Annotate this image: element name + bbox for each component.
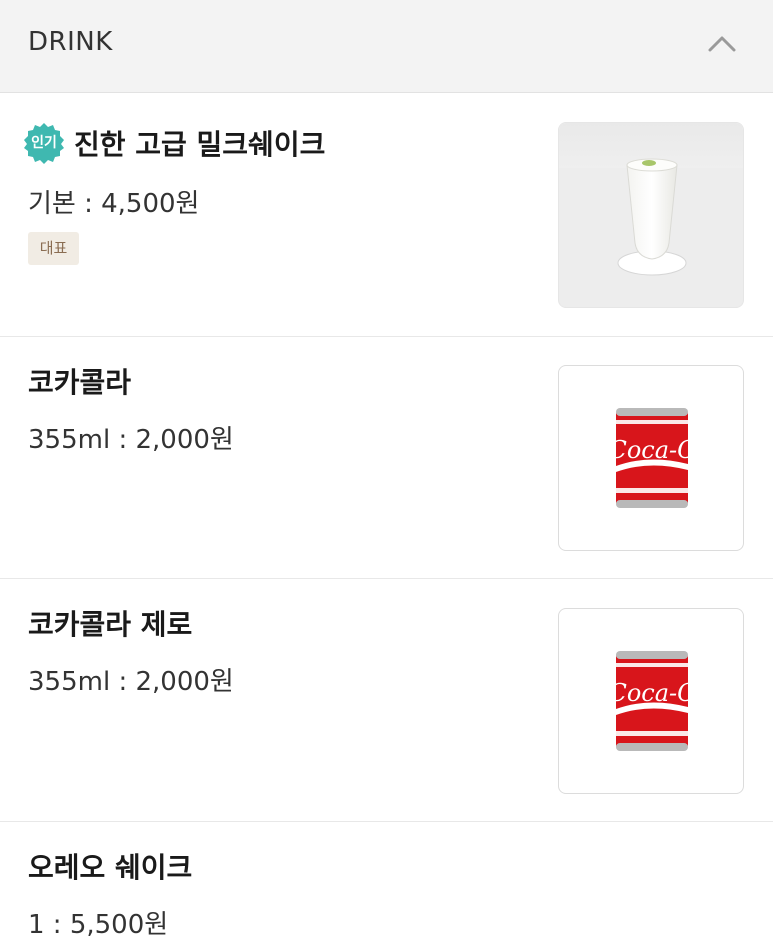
svg-text:Coca-C: Coca-C (608, 679, 695, 707)
item-name-row: 코카콜라 (22, 361, 131, 401)
item-name: 오레오 쉐이크 (28, 851, 193, 884)
chevron-up-icon[interactable] (704, 30, 740, 58)
coca-cola-can-photo[interactable]: Coca-C (558, 365, 744, 551)
menu-item[interactable]: 코카콜라 355ml : 2,000원 Coca-C (0, 337, 773, 579)
item-name: 코카콜라 제로 (28, 608, 193, 641)
popular-badge-text: 인기 (31, 135, 57, 151)
item-name: 코카콜라 (28, 366, 132, 399)
coca-cola-can-photo[interactable]: Coca-C (558, 608, 744, 794)
item-name: 진한 고급 밀크쉐이크 (74, 128, 326, 161)
section-title: DRINK (28, 27, 113, 57)
svg-text:Coca-C: Coca-C (608, 436, 695, 464)
item-price: 기본 : 4,500원 (28, 189, 200, 219)
popular-badge: 인기 (22, 121, 66, 165)
item-price: 1 : 5,500원 (28, 910, 169, 940)
item-price: 355ml : 2,000원 (28, 667, 234, 697)
milkshake-photo[interactable] (558, 122, 744, 308)
representative-tag: 대표 (28, 232, 79, 265)
menu-item[interactable]: 코카콜라 제로 355ml : 2,000원 Coca-C (0, 579, 773, 822)
item-price: 355ml : 2,000원 (28, 425, 234, 455)
item-name-row: 코카콜라 제로 (22, 603, 192, 643)
section-header[interactable]: DRINK (0, 0, 773, 93)
item-name-row: 오레오 쉐이크 (22, 846, 192, 886)
menu-item[interactable]: 인기 진한 고급 밀크쉐이크 기본 : 4,500원 대표 (0, 93, 773, 337)
item-name-row: 인기 진한 고급 밀크쉐이크 (22, 121, 326, 165)
menu-item[interactable]: 오레오 쉐이크 1 : 5,500원 (0, 822, 773, 949)
